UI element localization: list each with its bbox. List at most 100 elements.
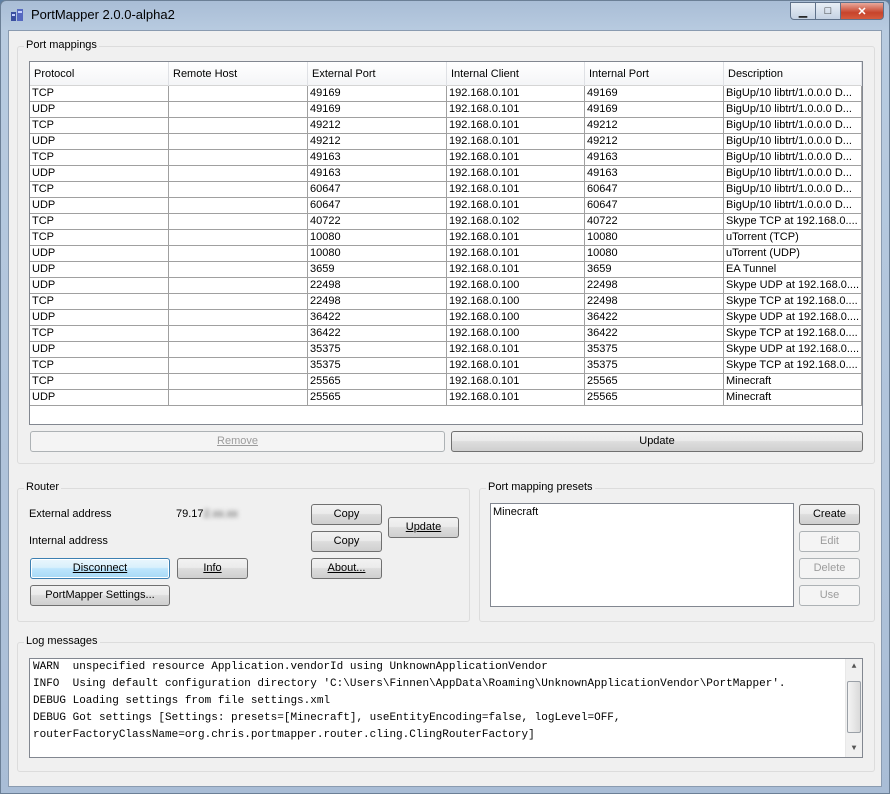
- presets-list[interactable]: Minecraft: [490, 503, 794, 607]
- table-cell: Minecraft: [724, 374, 862, 389]
- preset-item[interactable]: Minecraft: [493, 506, 791, 521]
- table-cell: UDP: [30, 262, 169, 277]
- table-row[interactable]: TCP 60647 192.168.0.101 60647 BigUp/10 libtr…: [30, 182, 862, 198]
- column-header-internal-port[interactable]: Internal Port: [585, 62, 724, 86]
- table-cell: 192.168.0.101: [447, 246, 585, 261]
- table-cell: [169, 198, 308, 213]
- table-row[interactable]: UDP 10080 192.168.0.101 10080 uTorrent (UDP): [30, 246, 862, 262]
- maximize-button[interactable]: □: [815, 2, 841, 20]
- scroll-up-icon[interactable]: ▲: [846, 659, 862, 675]
- log-line: INFO Using default configuration directo…: [33, 678, 786, 690]
- table-cell: 49163: [308, 166, 447, 181]
- table-row[interactable]: TCP 49163 192.168.0.101 49163 BigUp/10 libtr…: [30, 150, 862, 166]
- table-cell: 192.168.0.101: [447, 390, 585, 405]
- table-cell: TCP: [30, 182, 169, 197]
- log-title: Log messages: [24, 635, 100, 647]
- disconnect-button[interactable]: Disconnect: [30, 558, 170, 579]
- table-row[interactable]: UDP 35375 192.168.0.101 35375 Skype UDP at 1…: [30, 342, 862, 358]
- table-cell: 49169: [585, 86, 724, 101]
- table-row[interactable]: UDP 3659 192.168.0.101 3659 EA Tunnel: [30, 262, 862, 278]
- update-router-button[interactable]: Update: [388, 517, 459, 538]
- table-body: TCP 49169 192.168.0.101 49169 BigUp/10 libtr…: [30, 86, 862, 406]
- remove-button[interactable]: Remove: [30, 431, 445, 452]
- copy-external-button[interactable]: Copy: [311, 504, 382, 525]
- table-row[interactable]: UDP 49212 192.168.0.101 49212 BigUp/10 libtr…: [30, 134, 862, 150]
- table-row[interactable]: UDP 22498 192.168.0.100 22498 Skype UDP at 1…: [30, 278, 862, 294]
- log-line: WARN unspecified resource Application.ve…: [33, 661, 548, 673]
- table-cell: 22498: [308, 294, 447, 309]
- table-cell: UDP: [30, 310, 169, 325]
- table-cell: 192.168.0.101: [447, 86, 585, 101]
- delete-preset-button[interactable]: Delete: [799, 558, 860, 579]
- edit-preset-button[interactable]: Edit: [799, 531, 860, 552]
- info-button[interactable]: Info: [177, 558, 248, 579]
- column-header-external-port[interactable]: External Port: [308, 62, 447, 86]
- copy-internal-button[interactable]: Copy: [311, 531, 382, 552]
- table-cell: 192.168.0.100: [447, 294, 585, 309]
- table-cell: [169, 246, 308, 261]
- table-cell: 192.168.0.100: [447, 278, 585, 293]
- column-header-internal-client[interactable]: Internal Client: [447, 62, 585, 86]
- table-cell: 49163: [585, 166, 724, 181]
- scroll-down-icon[interactable]: ▼: [846, 741, 862, 757]
- table-cell: 60647: [308, 198, 447, 213]
- table-cell: 40722: [585, 214, 724, 229]
- table-cell: 35375: [308, 358, 447, 373]
- table-cell: 10080: [585, 230, 724, 245]
- table-row[interactable]: TCP 25565 192.168.0.101 25565 Minecraft: [30, 374, 862, 390]
- table-cell: 22498: [585, 278, 724, 293]
- table-row[interactable]: UDP 36422 192.168.0.100 36422 Skype UDP at 1…: [30, 310, 862, 326]
- table-row[interactable]: TCP 36422 192.168.0.100 36422 Skype TCP at 1…: [30, 326, 862, 342]
- settings-button[interactable]: PortMapper Settings...: [30, 585, 170, 606]
- port-mappings-table[interactable]: Protocol Remote Host External Port Inter…: [29, 61, 863, 425]
- column-header-remote-host[interactable]: Remote Host: [169, 62, 308, 86]
- log-scrollbar[interactable]: ▲ ▼: [845, 659, 862, 757]
- table-cell: [169, 358, 308, 373]
- table-cell: [169, 262, 308, 277]
- about-button[interactable]: About...: [311, 558, 382, 579]
- table-cell: [169, 342, 308, 357]
- table-row[interactable]: UDP 49163 192.168.0.101 49163 BigUp/10 libtr…: [30, 166, 862, 182]
- table-cell: Skype TCP at 192.168.0....: [724, 358, 862, 373]
- log-textarea[interactable]: WARN unspecified resource Application.ve…: [29, 658, 863, 758]
- use-preset-button[interactable]: Use: [799, 585, 860, 606]
- table-cell: 192.168.0.101: [447, 230, 585, 245]
- table-cell: 10080: [308, 230, 447, 245]
- info-label: Info: [203, 562, 222, 574]
- create-preset-button[interactable]: Create: [799, 504, 860, 525]
- table-row[interactable]: UDP 25565 192.168.0.101 25565 Minecraft: [30, 390, 862, 406]
- table-row[interactable]: TCP 10080 192.168.0.101 10080 uTorrent (TCP): [30, 230, 862, 246]
- title-bar[interactable]: PortMapper 2.0.0-alpha2 ▁ □ ✕: [1, 1, 889, 29]
- table-cell: 192.168.0.101: [447, 198, 585, 213]
- table-row[interactable]: TCP 40722 192.168.0.102 40722 Skype TCP at 1…: [30, 214, 862, 230]
- column-header-description[interactable]: Description: [724, 62, 862, 86]
- table-cell: TCP: [30, 86, 169, 101]
- remove-button-label: Remove: [217, 435, 258, 447]
- app-icon: [11, 9, 23, 21]
- close-button[interactable]: ✕: [840, 2, 884, 20]
- table-cell: 3659: [308, 262, 447, 277]
- about-label: About...: [327, 562, 366, 574]
- table-row[interactable]: TCP 35375 192.168.0.101 35375 Skype TCP at 1…: [30, 358, 862, 374]
- column-header-protocol[interactable]: Protocol: [30, 62, 169, 86]
- table-cell: 35375: [585, 358, 724, 373]
- table-cell: 22498: [308, 278, 447, 293]
- table-cell: uTorrent (UDP): [724, 246, 862, 261]
- log-line: DEBUG Got settings [Settings: presets=[M…: [33, 712, 621, 724]
- table-cell: 49212: [585, 134, 724, 149]
- table-cell: 60647: [585, 198, 724, 213]
- table-row[interactable]: TCP 49169 192.168.0.101 49169 BigUp/10 libtr…: [30, 86, 862, 102]
- table-cell: 25565: [585, 390, 724, 405]
- table-row[interactable]: TCP 22498 192.168.0.100 22498 Skype TCP at 1…: [30, 294, 862, 310]
- table-row[interactable]: TCP 49212 192.168.0.101 49212 BigUp/10 libtr…: [30, 118, 862, 134]
- minimize-button[interactable]: ▁: [790, 2, 816, 20]
- table-cell: TCP: [30, 118, 169, 133]
- log-line: DEBUG Loading settings from file setting…: [33, 695, 331, 707]
- table-cell: Skype TCP at 192.168.0....: [724, 294, 862, 309]
- scroll-thumb[interactable]: [847, 681, 861, 733]
- table-row[interactable]: UDP 60647 192.168.0.101 60647 BigUp/10 libtr…: [30, 198, 862, 214]
- update-mappings-button[interactable]: Update: [451, 431, 863, 452]
- table-row[interactable]: UDP 49169 192.168.0.101 49169 BigUp/10 libtr…: [30, 102, 862, 118]
- table-cell: 35375: [308, 342, 447, 357]
- table-cell: [169, 278, 308, 293]
